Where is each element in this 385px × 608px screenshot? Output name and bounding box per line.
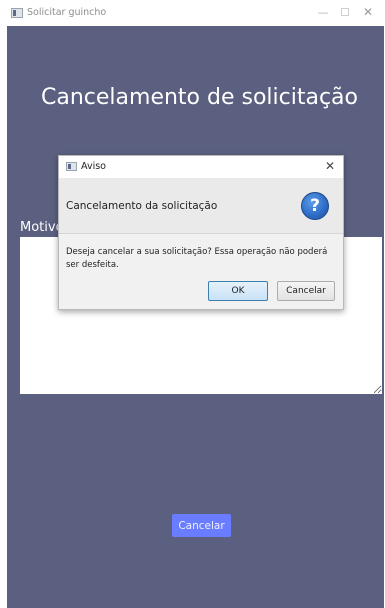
app-window-icon: [11, 8, 23, 18]
question-icon: ?: [301, 192, 329, 220]
window-titlebar: Solicitar guincho — ✕: [0, 0, 385, 26]
dialog-window-icon: [66, 162, 77, 171]
maximize-button[interactable]: [336, 4, 354, 20]
page-title: Cancelamento de solicitação: [41, 85, 358, 110]
dialog-titlebar: Aviso ✕: [59, 156, 343, 178]
confirm-dialog: Aviso ✕ Cancelamento da solicitação ? De…: [58, 155, 344, 310]
minimize-button[interactable]: —: [314, 4, 332, 20]
ok-button[interactable]: OK: [208, 281, 268, 301]
cancel-request-button[interactable]: Cancelar: [172, 514, 231, 537]
dialog-header-text: Cancelamento da solicitação: [66, 200, 218, 212]
dialog-close-button[interactable]: ✕: [325, 159, 335, 173]
close-window-button[interactable]: ✕: [359, 4, 377, 20]
dialog-message: Deseja cancelar a sua solicitação? Essa …: [66, 247, 328, 270]
dialog-header: Cancelamento da solicitação ?: [59, 178, 343, 234]
dialog-cancel-button[interactable]: Cancelar: [277, 281, 335, 301]
window-title: Solicitar guincho: [27, 7, 107, 18]
dialog-title: Aviso: [81, 161, 106, 172]
motivo-label: Motivo: [20, 220, 64, 235]
maximize-icon: [341, 8, 349, 16]
